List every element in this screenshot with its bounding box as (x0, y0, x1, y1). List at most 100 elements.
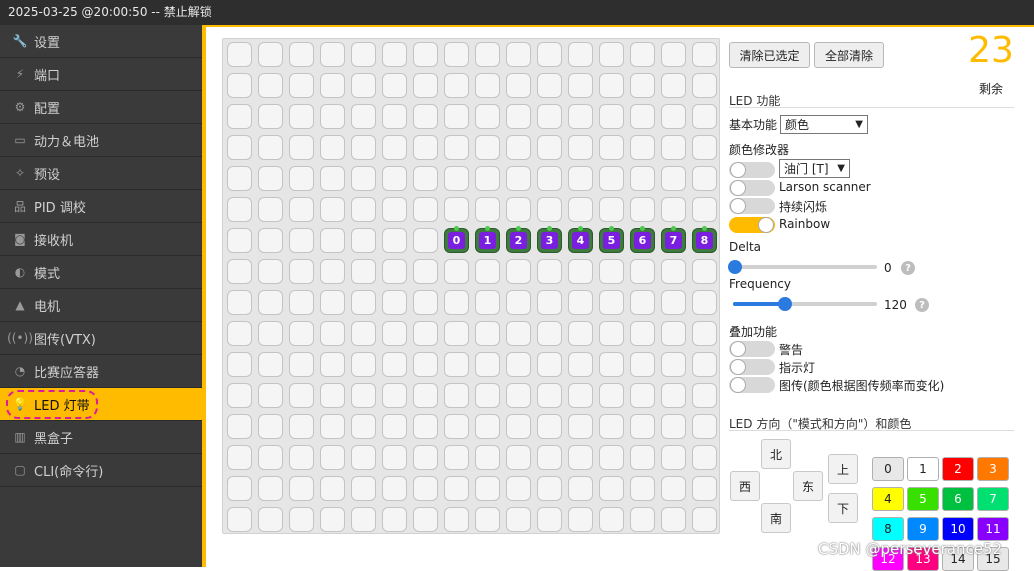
led-cell[interactable] (444, 321, 469, 346)
direction-west-button[interactable]: 西 (730, 471, 760, 501)
led-cell[interactable] (289, 383, 314, 408)
led-cell-assigned[interactable]: 8 (692, 226, 717, 253)
led-cell[interactable] (258, 445, 283, 470)
led-cell-assigned[interactable]: 3 (537, 226, 562, 253)
led-cell[interactable] (351, 507, 376, 532)
sidebar-item-barcode[interactable]: ▥ 黑盒子 (0, 421, 202, 454)
sidebar-item-plug[interactable]: ⚡ 端口 (0, 58, 202, 91)
led-cell[interactable] (444, 290, 469, 315)
led-cell[interactable] (692, 259, 717, 284)
led-cell[interactable] (320, 476, 345, 501)
led-cell[interactable] (320, 42, 345, 67)
led-cell[interactable] (320, 352, 345, 377)
led-cell[interactable] (351, 352, 376, 377)
led-cell[interactable] (444, 445, 469, 470)
led-cell[interactable] (630, 73, 655, 98)
larson-toggle[interactable] (729, 180, 775, 196)
led-cell[interactable] (537, 290, 562, 315)
led-cell-assigned[interactable]: 7 (661, 226, 686, 253)
led-cell[interactable] (568, 259, 593, 284)
led-cell[interactable] (475, 135, 500, 160)
led-cell[interactable] (413, 259, 438, 284)
indicator-toggle[interactable] (729, 359, 775, 375)
led-cell[interactable] (382, 445, 407, 470)
led-cell[interactable] (475, 445, 500, 470)
led-cell[interactable] (506, 476, 531, 501)
led-cell[interactable] (692, 445, 717, 470)
direction-north-button[interactable]: 北 (761, 439, 791, 469)
led-cell-assigned[interactable]: 1 (475, 226, 500, 253)
led-cell[interactable] (661, 290, 686, 315)
led-cell[interactable] (413, 507, 438, 532)
led-cell[interactable] (661, 42, 686, 67)
led-cell[interactable] (537, 135, 562, 160)
sidebar-item-satellite[interactable]: ◔ 比赛应答器 (0, 355, 202, 388)
led-cell[interactable] (599, 197, 624, 222)
led-cell[interactable] (475, 166, 500, 191)
led-cell[interactable] (661, 104, 686, 129)
led-cell[interactable] (568, 42, 593, 67)
led-cell[interactable] (568, 166, 593, 191)
led-cell[interactable] (227, 321, 252, 346)
led-cell[interactable] (258, 383, 283, 408)
led-cell[interactable] (630, 445, 655, 470)
led-cell[interactable] (289, 197, 314, 222)
color-swatch-button[interactable]: 4 (872, 487, 904, 511)
color-swatch-button[interactable]: 3 (977, 457, 1009, 481)
led-cell[interactable] (289, 73, 314, 98)
color-swatch-button[interactable]: 2 (942, 457, 974, 481)
led-cell[interactable] (413, 352, 438, 377)
led-cell[interactable] (599, 352, 624, 377)
led-cell[interactable] (630, 42, 655, 67)
led-cell[interactable] (630, 383, 655, 408)
led-cell[interactable] (382, 476, 407, 501)
led-cell[interactable] (506, 290, 531, 315)
led-cell[interactable] (630, 104, 655, 129)
led-cell[interactable] (537, 445, 562, 470)
led-cell[interactable] (444, 166, 469, 191)
led-cell[interactable] (599, 321, 624, 346)
frequency-slider-handle[interactable] (778, 297, 793, 311)
led-cell[interactable] (289, 259, 314, 284)
led-cell[interactable] (320, 445, 345, 470)
led-cell[interactable] (413, 321, 438, 346)
led-cell[interactable] (661, 73, 686, 98)
led-cell[interactable] (351, 383, 376, 408)
led-cell[interactable] (382, 414, 407, 439)
led-cell[interactable] (692, 42, 717, 67)
delta-slider-handle[interactable] (728, 260, 742, 274)
led-cell[interactable] (320, 383, 345, 408)
led-cell[interactable] (630, 321, 655, 346)
led-cell[interactable] (413, 42, 438, 67)
led-cell[interactable] (661, 507, 686, 532)
led-cell[interactable] (537, 414, 562, 439)
led-cell[interactable] (258, 476, 283, 501)
led-cell[interactable] (568, 507, 593, 532)
led-cell[interactable] (382, 73, 407, 98)
led-cell[interactable] (227, 290, 252, 315)
led-cell[interactable] (351, 290, 376, 315)
led-cell[interactable] (320, 414, 345, 439)
sidebar-item-wrench[interactable]: 🔧 设置 (0, 25, 202, 58)
led-cell[interactable] (444, 352, 469, 377)
led-cell[interactable] (382, 290, 407, 315)
led-cell[interactable] (382, 166, 407, 191)
led-cell[interactable] (227, 414, 252, 439)
led-cell[interactable] (537, 352, 562, 377)
led-cell[interactable] (444, 135, 469, 160)
sidebar-item-motor[interactable]: ▲ 电机 (0, 289, 202, 322)
direction-up-button[interactable]: 上 (828, 454, 858, 484)
led-cell[interactable] (537, 507, 562, 532)
led-cell[interactable] (630, 476, 655, 501)
led-cell[interactable] (568, 104, 593, 129)
led-cell[interactable] (537, 104, 562, 129)
direction-south-button[interactable]: 南 (761, 503, 791, 533)
led-cell[interactable] (413, 197, 438, 222)
led-cell[interactable] (630, 507, 655, 532)
led-cell[interactable] (506, 414, 531, 439)
led-cell[interactable] (227, 135, 252, 160)
led-cell[interactable] (506, 197, 531, 222)
led-cell[interactable] (692, 414, 717, 439)
led-cell[interactable] (661, 445, 686, 470)
sidebar-item-bulb[interactable]: 💡 LED 灯带 (0, 388, 202, 421)
